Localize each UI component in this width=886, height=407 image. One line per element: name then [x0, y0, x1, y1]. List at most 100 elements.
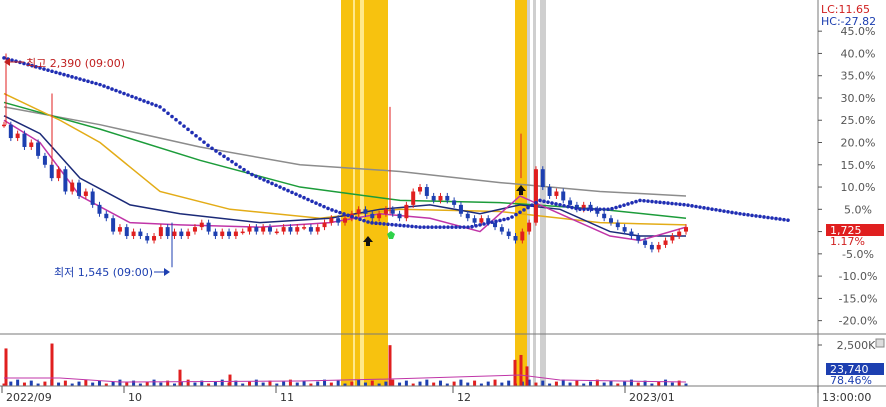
candle-body — [602, 213, 607, 219]
volume-bar — [295, 382, 299, 386]
candle-body — [206, 222, 211, 232]
parabolic-dot — [626, 202, 630, 206]
candle-body — [445, 195, 450, 201]
candle-body — [506, 231, 511, 237]
candle-body — [636, 236, 641, 241]
parabolic-dot — [786, 218, 790, 222]
parabolic-dot — [462, 225, 466, 229]
volume-bar — [77, 381, 81, 386]
parabolic-dot — [646, 199, 650, 203]
volume-bar — [254, 379, 258, 386]
parabolic-dot — [274, 183, 278, 188]
parabolic-dot — [694, 204, 698, 209]
candle-body — [77, 182, 82, 196]
candle-body — [520, 231, 525, 241]
candle-body — [677, 231, 682, 237]
parabolic-dot — [354, 216, 358, 220]
parabolic-dot — [62, 72, 66, 77]
parabolic-dot — [662, 200, 666, 205]
parabolic-dot — [670, 201, 674, 206]
parabolic-dot — [314, 201, 318, 205]
parabolic-dot — [634, 199, 638, 204]
parabolic-dot — [358, 217, 362, 222]
candle-body — [227, 231, 232, 237]
parabolic-dot — [534, 200, 538, 205]
high-annotation: 최고 2,390 (09:00) — [26, 57, 125, 70]
parabolic-dot — [238, 165, 242, 169]
volume-bar — [575, 380, 579, 386]
parabolic-dot — [550, 201, 554, 205]
volume-bar — [670, 382, 674, 386]
candle-body — [615, 222, 620, 228]
parabolic-dot — [622, 203, 626, 207]
parabolic-dot — [90, 80, 94, 85]
parabolic-dot — [638, 198, 642, 203]
volume-bar — [629, 379, 633, 386]
candle-body — [643, 240, 648, 245]
parabolic-dot — [182, 124, 186, 128]
candle-body — [179, 231, 184, 237]
parabolic-dot — [330, 208, 334, 212]
parabolic-dot — [502, 217, 506, 222]
parabolic-dot — [198, 137, 202, 141]
parabolic-dot — [122, 91, 126, 96]
candle-body — [295, 227, 300, 232]
parabolic-dot — [570, 205, 574, 210]
stock-chart[interactable]: 45.0%40.0%35.0%30.0%25.0%20.0%15.0%10.0%… — [0, 0, 886, 407]
candle-body — [124, 227, 129, 237]
candle-body — [547, 187, 552, 196]
candle-body — [424, 187, 429, 196]
candle-body — [288, 227, 293, 232]
candle-body — [63, 169, 68, 192]
volume-bar — [178, 369, 182, 386]
candle-body — [608, 218, 613, 223]
parabolic-dot — [234, 162, 238, 167]
volume-bar — [466, 382, 470, 386]
candle-body — [684, 227, 688, 232]
parabolic-dot — [598, 207, 602, 212]
parabolic-dot — [510, 215, 514, 219]
parabolic-dot — [562, 203, 566, 208]
parabolic-dot — [482, 222, 486, 226]
parabolic-dot — [310, 199, 314, 204]
candle-body — [540, 169, 545, 188]
volume-bar — [228, 374, 232, 386]
low-annotation: 최저 1,545 (09:00) — [54, 266, 153, 279]
parabolic-dot — [370, 221, 374, 225]
price-tick-label: 35.0% — [841, 70, 876, 83]
parabolic-dot — [538, 198, 542, 203]
parabolic-dot — [114, 88, 118, 93]
parabolic-dot — [390, 222, 394, 227]
price-tick-label: -20.0% — [839, 315, 878, 328]
parabolic-dot — [298, 194, 302, 198]
parabolic-dot — [582, 207, 586, 212]
time-tick-label: 10 — [128, 391, 142, 404]
parabolic-dot — [338, 210, 342, 215]
candle-body — [465, 213, 470, 219]
parabolic-dot — [486, 221, 490, 225]
parabolic-dot — [346, 213, 350, 218]
parabolic-dot — [474, 223, 478, 228]
parabolic-dot — [10, 58, 14, 62]
parabolic-dot — [326, 206, 330, 211]
candle-body — [322, 222, 327, 228]
parabolic-dot — [594, 207, 598, 212]
volume-bar — [636, 382, 640, 386]
candle-body — [70, 182, 75, 192]
parabolic-dot — [738, 211, 742, 216]
candle-body — [561, 191, 566, 201]
candle-body — [302, 227, 307, 229]
highlight-band — [364, 0, 388, 386]
parabolic-dot — [630, 200, 634, 205]
parabolic-dot — [134, 96, 138, 100]
candle-body — [472, 218, 477, 223]
parabolic-dot — [650, 199, 654, 204]
volume-bar — [357, 379, 361, 386]
parabolic-dot — [558, 203, 562, 207]
candle-body — [15, 133, 20, 139]
parabolic-dot — [294, 192, 298, 196]
parabolic-dot — [710, 207, 714, 211]
parabolic-dot — [322, 204, 326, 209]
volume-bar — [459, 379, 463, 386]
parabolic-dot — [554, 202, 558, 206]
